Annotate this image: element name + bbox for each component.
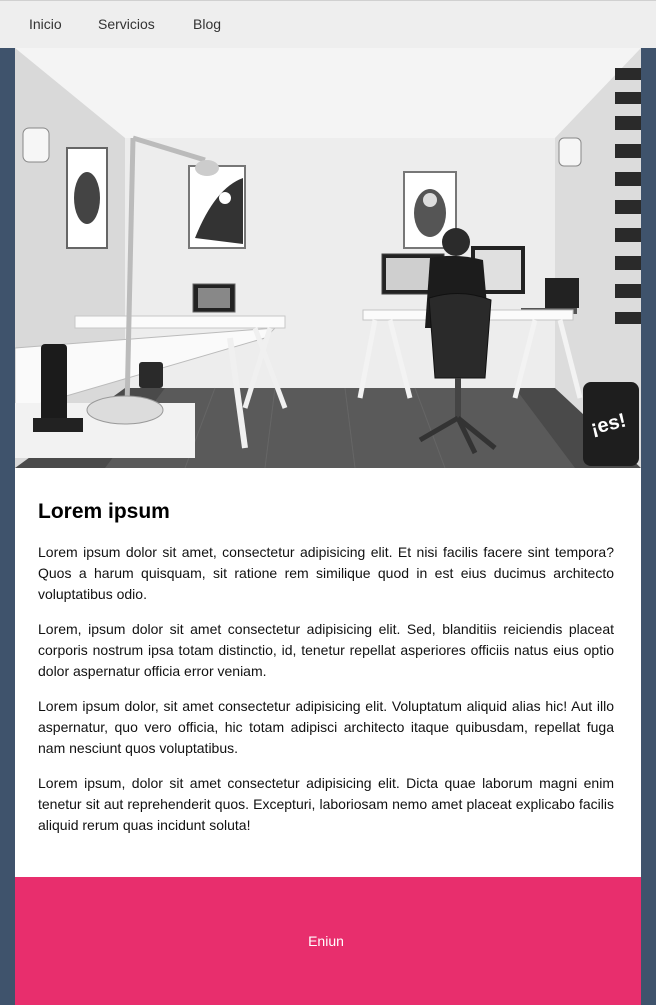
article: Lorem ipsum Lorem ipsum dolor sit amet, … bbox=[38, 498, 614, 850]
nav-item-servicios[interactable]: Servicios bbox=[98, 16, 155, 32]
office-workspace-photo-icon: ¡es! bbox=[15, 48, 641, 468]
article-title: Lorem ipsum bbox=[38, 500, 170, 523]
article-paragraph: Lorem, ipsum dolor sit amet consectetur … bbox=[38, 621, 614, 679]
navbar: Inicio Servicios Blog bbox=[0, 0, 656, 48]
footer: Eniun bbox=[15, 877, 641, 1005]
article-paragraph: Lorem ipsum dolor sit amet, consectetur … bbox=[38, 544, 614, 602]
hero-image: ¡es! bbox=[15, 48, 641, 468]
article-paragraph: Lorem ipsum, dolor sit amet consectetur … bbox=[38, 775, 614, 833]
footer-text: Eniun bbox=[308, 933, 344, 949]
nav-item-blog[interactable]: Blog bbox=[193, 16, 221, 32]
page-container: Inicio Servicios Blog ¡es! Lorem ipsum L… bbox=[0, 0, 656, 1005]
nav-item-inicio[interactable]: Inicio bbox=[29, 16, 62, 32]
article-paragraph: Lorem ipsum dolor, sit amet consectetur … bbox=[38, 698, 614, 756]
